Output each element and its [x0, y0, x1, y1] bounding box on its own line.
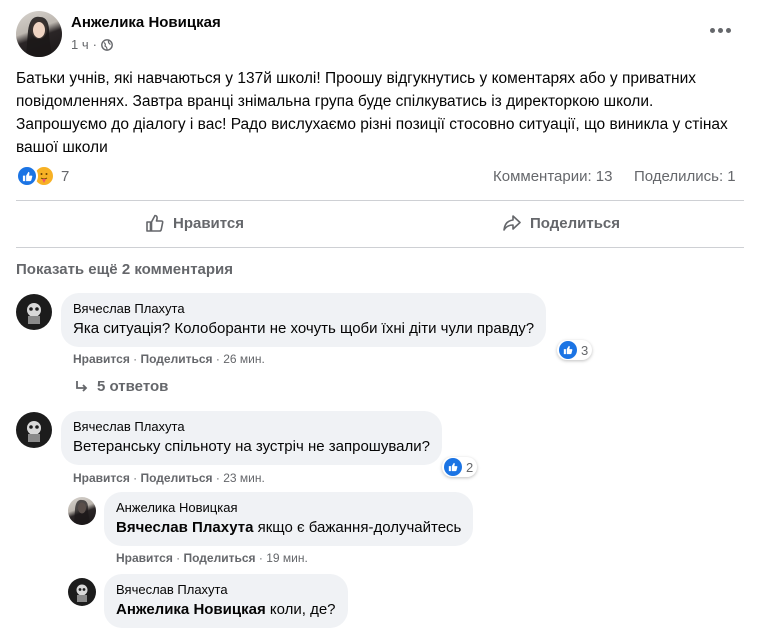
share-button[interactable]: Поделиться — [502, 213, 620, 233]
view-replies-link[interactable]: 5 ответов — [75, 378, 168, 395]
reply-text: Вячеслав Плахута якщо є бажання-долучайт… — [116, 518, 461, 538]
comment-reply-link[interactable]: Поделиться — [141, 471, 213, 485]
reply-author[interactable]: Анжелика Новицкая — [116, 500, 461, 515]
reply-text: Анжелика Новицкая коли, де? — [116, 600, 336, 620]
comment-actions: Нравится · Поделиться · 23 мин. — [73, 471, 265, 485]
reply-author[interactable]: Вячеслав Плахута — [116, 582, 336, 597]
like-reaction-icon — [444, 458, 462, 476]
post-author-name[interactable]: Анжелика Новицкая — [71, 14, 221, 31]
replies-count: 5 ответов — [97, 378, 169, 395]
comment-avatar[interactable] — [16, 412, 52, 448]
share-arrow-icon — [503, 215, 521, 231]
reply-avatar[interactable] — [68, 578, 96, 606]
reactions-count: 7 — [61, 167, 70, 185]
comment-actions: Нравится · Поделиться · 26 мин. — [73, 352, 265, 366]
reply-reply-link[interactable]: Поделиться — [184, 551, 256, 565]
like-button[interactable]: Нравится — [145, 213, 244, 233]
comment-author[interactable]: Вячеслав Плахута — [73, 419, 430, 434]
comment-like-link[interactable]: Нравится — [73, 352, 130, 366]
comment-reaction-count: 3 — [581, 342, 589, 358]
divider-bottom — [16, 247, 744, 248]
reply-time[interactable]: 19 мин. — [266, 551, 308, 565]
divider-top — [16, 200, 744, 201]
comment-time[interactable]: 26 мин. — [223, 352, 265, 366]
skull-photo-icon — [27, 303, 41, 324]
thumbs-up-icon — [146, 214, 164, 232]
comment-like-link[interactable]: Нравится — [73, 471, 130, 485]
comment-text: Яка ситуація? Колоборанти не хочуть щоби… — [73, 320, 535, 337]
comment-avatar[interactable] — [16, 294, 52, 330]
comments-count[interactable]: Комментарии: 13 — [493, 168, 613, 185]
post-text: Батьки учнів, які навчаються у 137й школ… — [16, 70, 728, 156]
comment-reactions[interactable]: 3 — [557, 340, 593, 360]
globe-icon — [101, 38, 113, 51]
comment-text: Ветеранську спільноту на зустріч не запр… — [73, 438, 430, 455]
comment-author[interactable]: Вячеслав Плахута — [73, 301, 534, 316]
reply-actions: Нравится · Поделиться · 19 мин. — [116, 551, 308, 565]
post-time[interactable]: 1 ч — [71, 37, 89, 52]
reply-bubble: Анжелика Новицкая Вячеслав Плахута якщо … — [104, 492, 474, 546]
comment-reply-link[interactable]: Поделиться — [141, 352, 213, 366]
reply-avatar[interactable] — [68, 497, 96, 525]
reply-body: коли, де? — [265, 601, 336, 618]
like-button-label: Нравится — [173, 214, 245, 232]
like-reaction-icon — [16, 165, 38, 187]
reply-mention[interactable]: Вячеслав Плахута — [116, 519, 253, 536]
comment-reactions[interactable]: 2 — [442, 457, 478, 477]
comment-bubble: Вячеслав Плахута Ветеранську спільноту н… — [61, 411, 442, 465]
person-photo-icon — [26, 16, 52, 57]
skull-photo-icon — [76, 584, 88, 602]
comment-bubble: Вячеслав Плахута Яка ситуація? Колоборан… — [61, 293, 547, 347]
comment-reaction-count: 2 — [466, 459, 474, 475]
reply-like-link[interactable]: Нравится — [116, 551, 173, 565]
author-avatar[interactable] — [16, 11, 62, 57]
comment-time[interactable]: 23 мин. — [223, 471, 265, 485]
skull-photo-icon — [27, 421, 41, 442]
like-reaction-icon — [559, 341, 577, 359]
reply-mention[interactable]: Анжелика Новицкая — [116, 601, 266, 618]
reply-bubble: Вячеслав Плахута Анжелика Новицкая коли,… — [104, 574, 348, 628]
reply-arrow-icon — [76, 380, 88, 392]
share-button-label: Поделиться — [530, 214, 621, 232]
person-photo-icon — [74, 499, 90, 525]
shares-count[interactable]: Поделились: 1 — [634, 168, 736, 185]
post-meta: 1 ч · — [71, 37, 113, 52]
more-options-icon[interactable] — [710, 22, 740, 38]
show-more-comments[interactable]: Показать ещё 2 комментария — [16, 261, 233, 278]
reply-body: якщо є бажання-долучайтесь — [253, 519, 462, 536]
post-reactions[interactable]: 7 — [16, 165, 69, 187]
